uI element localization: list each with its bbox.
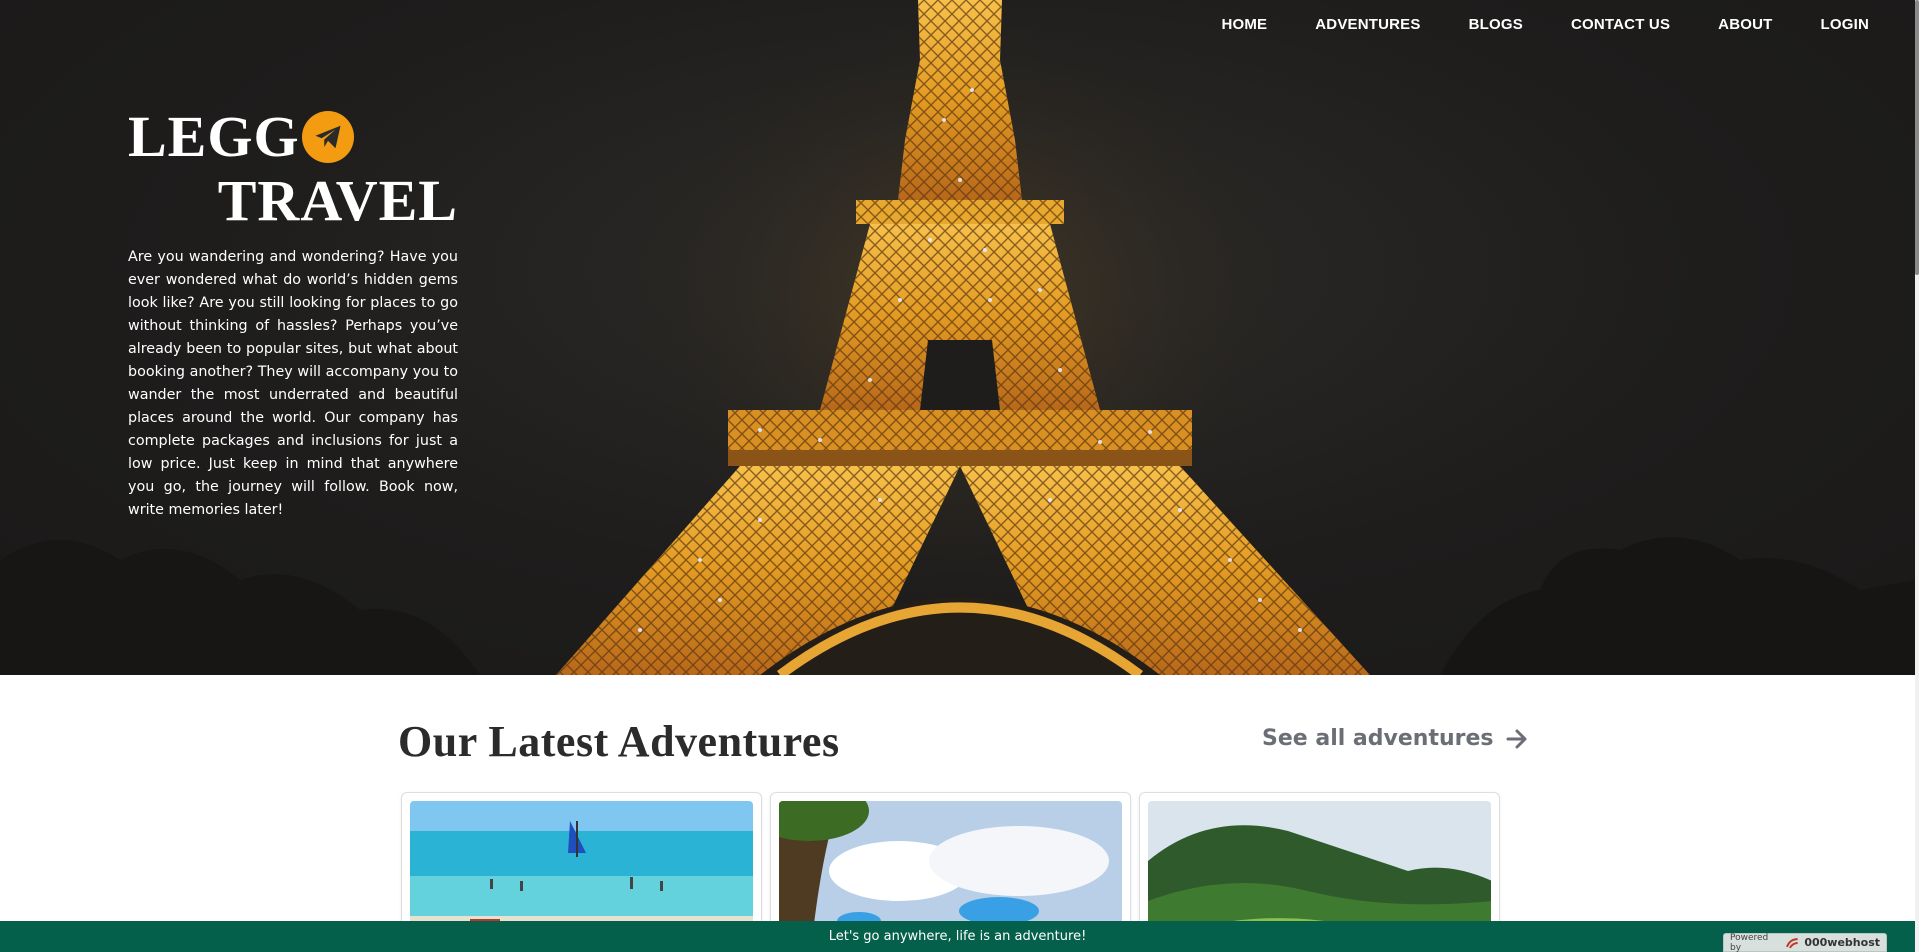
- tagline-bar: Let's go anywhere, life is an adventure!: [0, 921, 1915, 952]
- latest-adventures-title: Our Latest Adventures: [398, 717, 840, 766]
- page-scrollbar[interactable]: [1915, 0, 1919, 952]
- brand-text-leggo: LEGG: [128, 104, 300, 169]
- nav-login[interactable]: LOGIN: [1821, 14, 1870, 35]
- webhost-logo-icon: [1785, 937, 1798, 948]
- arrow-right-icon: [1506, 729, 1526, 748]
- hero-section: HOME ADVENTURES BLOGS CONTACT US ABOUT L…: [0, 0, 1915, 675]
- nav-contact-us[interactable]: CONTACT US: [1571, 14, 1670, 35]
- nav-about[interactable]: ABOUT: [1718, 14, 1772, 35]
- brand-text-travel: TRAVEL: [217, 168, 458, 233]
- main-nav: HOME ADVENTURES BLOGS CONTACT US ABOUT L…: [1173, 14, 1869, 35]
- nav-adventures[interactable]: ADVENTURES: [1315, 14, 1420, 35]
- nav-blogs[interactable]: BLOGS: [1469, 14, 1523, 35]
- brand-line-1: LEGG: [128, 108, 458, 166]
- nav-home[interactable]: HOME: [1221, 14, 1267, 35]
- tagline-text: Let's go anywhere, life is an adventure!: [828, 929, 1087, 944]
- see-all-label: See all adventures: [1262, 726, 1494, 751]
- powered-by-badge[interactable]: Powered by 000webhost: [1723, 933, 1887, 952]
- see-all-adventures-link[interactable]: See all adventures: [1262, 726, 1528, 751]
- powered-by-label: Powered by: [1730, 932, 1769, 952]
- brand-logo[interactable]: LEGG TRAVEL: [128, 108, 458, 230]
- hero-description: Are you wandering and wondering? Have yo…: [128, 249, 458, 518]
- paper-plane-icon: [301, 111, 354, 163]
- scrollbar-thumb[interactable]: [1915, 0, 1919, 275]
- host-name: 000webhost: [1804, 936, 1880, 949]
